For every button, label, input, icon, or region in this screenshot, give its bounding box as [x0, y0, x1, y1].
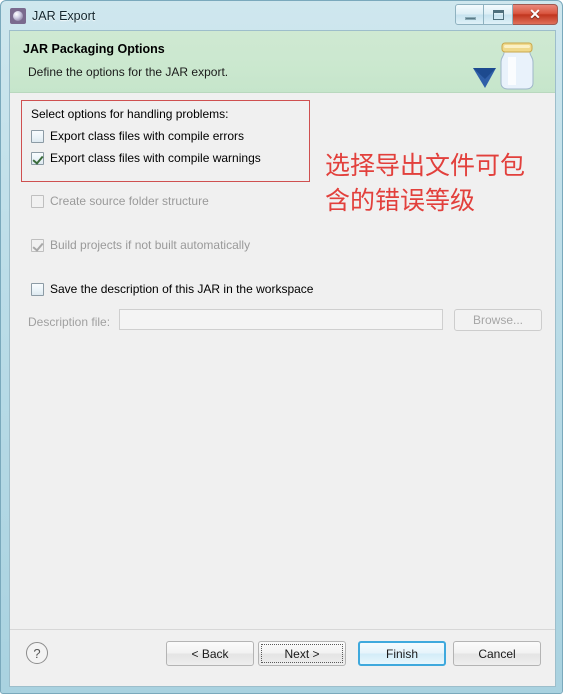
maximize-icon — [493, 10, 504, 20]
create-source-folder-structure-row: Create source folder structure — [31, 194, 209, 208]
chinese-annotation-line1: 选择导出文件可包 — [325, 151, 526, 180]
title-bar-left: JAR Export — [10, 6, 95, 26]
description-file-label: Description file: — [28, 315, 111, 329]
minimize-button[interactable] — [455, 4, 484, 25]
save-description-in-workspace-row[interactable]: Save the description of this JAR in the … — [31, 282, 313, 296]
close-button[interactable]: ✕ — [513, 4, 558, 25]
chinese-annotation-line2: 含的错误等级 — [325, 186, 476, 215]
dialog-body: Select options for handling problems: Ex… — [10, 93, 555, 653]
close-icon: ✕ — [529, 6, 541, 22]
page-title: JAR Packaging Options — [23, 42, 165, 56]
wizard-header: JAR Packaging Options Define the options… — [10, 31, 555, 93]
window-title: JAR Export — [32, 9, 96, 23]
help-icon[interactable]: ? — [26, 642, 48, 664]
browse-button[interactable]: Browse... — [454, 309, 542, 331]
chinese-annotation: 选择导出文件可包 含的错误等级 — [325, 148, 562, 218]
cancel-button[interactable]: Cancel — [453, 641, 541, 666]
title-bar[interactable]: JAR Export ✕ — [1, 1, 562, 30]
window-controls: ✕ — [455, 4, 558, 25]
create-source-folder-structure-checkbox — [31, 194, 44, 208]
minimize-icon — [465, 17, 476, 20]
export-class-files-compile-warnings-label: Export class files with compile warnings — [50, 151, 261, 165]
save-description-in-workspace-checkbox[interactable] — [31, 282, 44, 296]
export-class-files-compile-errors-label: Export class files with compile errors — [50, 129, 245, 143]
jar-export-app-icon — [10, 8, 26, 24]
build-projects-if-not-built-checkbox — [31, 238, 44, 252]
export-class-files-compile-errors-checkbox[interactable] — [31, 129, 44, 143]
page-description: Define the options for the JAR export. — [28, 65, 229, 79]
finish-button[interactable]: Finish — [358, 641, 446, 666]
build-projects-if-not-built-row: Build projects if not built automaticall… — [31, 238, 250, 252]
build-projects-if-not-built-label: Build projects if not built automaticall… — [50, 238, 251, 252]
maximize-button[interactable] — [484, 4, 513, 25]
dialog-footer: ? < Back Next > Finish Cancel — [10, 630, 555, 686]
create-source-folder-structure-label: Create source folder structure — [50, 194, 209, 208]
export-class-files-compile-warnings-row[interactable]: Export class files with compile warnings — [31, 151, 261, 165]
description-file-input[interactable] — [119, 309, 443, 330]
jar-export-window: JAR Export ✕ JAR Packaging Options Defin… — [0, 0, 563, 694]
dialog-client-area: JAR Packaging Options Define the options… — [9, 30, 556, 687]
back-button[interactable]: < Back — [166, 641, 254, 666]
export-class-files-compile-errors-row[interactable]: Export class files with compile errors — [31, 129, 244, 143]
export-class-files-compile-warnings-checkbox[interactable] — [31, 151, 44, 165]
save-description-in-workspace-label: Save the description of this JAR in the … — [50, 282, 314, 296]
next-button[interactable]: Next > — [258, 641, 346, 666]
jar-illustration-icon — [473, 42, 534, 90]
options-group-label: Select options for handling problems: — [31, 107, 229, 121]
